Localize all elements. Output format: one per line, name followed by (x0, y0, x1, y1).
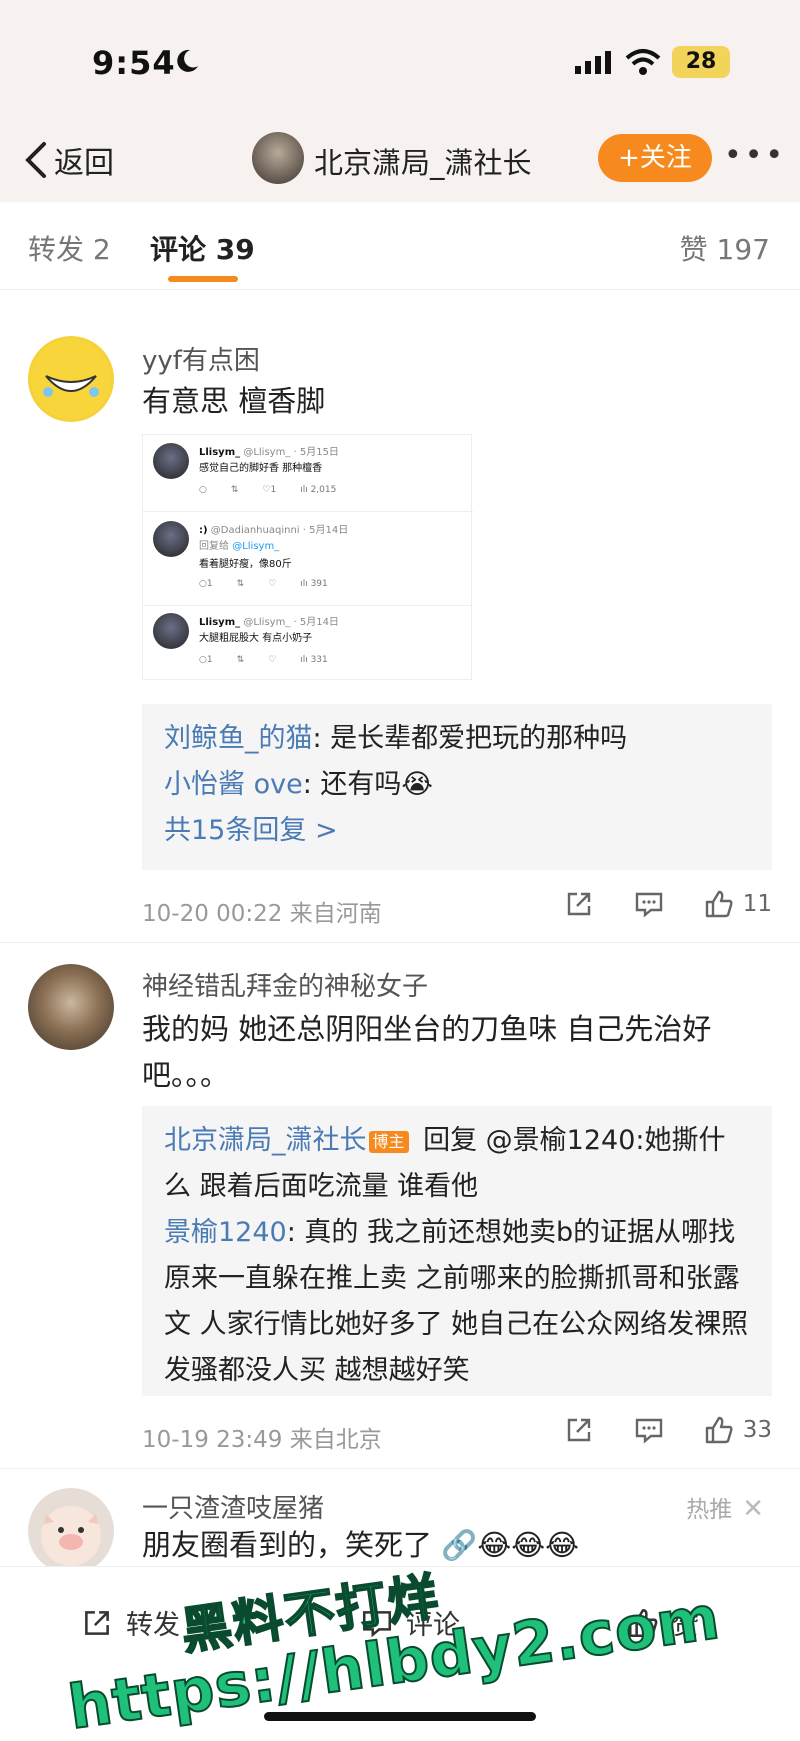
reply-thread[interactable]: 北京潇局_潇社长 博主 回复 @景榆1240:她撕什么 跟着后面吃流量 谁看他 景… (142, 1106, 772, 1396)
reply-item: 北京潇局_潇社长 博主 回复 @景榆1240:她撕什么 跟着后面吃流量 谁看他 (164, 1118, 750, 1210)
commenter-avatar[interactable] (28, 336, 114, 422)
comment-meta: 10-19 23:49 来自北京 (142, 1427, 382, 1453)
status-bar: 9:54 28 (0, 0, 800, 120)
tweet-stats: ○ ⇅ ♡1 ılı 2,015 (199, 485, 337, 495)
repost-label: 转发 (126, 1610, 180, 1641)
tweet-reply-to: 回复给 @Llisym_ (199, 541, 280, 552)
wifi-icon (625, 49, 661, 75)
home-indicator[interactable] (264, 1712, 536, 1721)
comment-meta: 10-20 00:22 来自河南 (142, 901, 382, 927)
comment-icon (635, 892, 662, 918)
tweet-body: 感觉自己的脚好香 那种檀香 (199, 463, 323, 474)
tweet-body: 看着腿好瘦，像80斤 (199, 559, 292, 570)
reply-username[interactable]: 北京潇局_潇社长 (164, 1125, 367, 1156)
reply-username[interactable]: 刘鲸鱼_的猫 (164, 723, 313, 754)
tweet-row: Llisym_ @Llisym_ · 5月14日 大腿粗屁股大 有点小奶子 ○1… (143, 607, 473, 679)
reply-item: 小怡酱 ove: 还有吗😭 (164, 762, 750, 808)
cellular-signal-icon (575, 51, 611, 74)
tweet-header: Llisym_ @Llisym_ · 5月14日 (199, 617, 339, 628)
tweet-row: Llisym_ @Llisym_ · 5月15日 感觉自己的脚好香 那种檀香 ○… (143, 435, 473, 511)
tweet-avatar (153, 613, 189, 649)
reply-item: 景榆1240: 真的 我之前还想她卖b的证据从哪找 原来一直躲在推上卖 之前哪来… (164, 1210, 750, 1394)
reply-item: 刘鲸鱼_的猫: 是长辈都爱把玩的那种吗 (164, 716, 750, 762)
tab-bar: 转发 2 评论 39 赞 197 (0, 202, 800, 290)
tweet-avatar (153, 521, 189, 557)
reply-username[interactable]: 小怡酱 ove (164, 769, 303, 800)
tweet-header: :) @Dadianhuaqinni · 5月14日 (199, 525, 349, 536)
author-badge: 博主 (368, 1130, 409, 1153)
like-count: 33 (742, 1417, 772, 1443)
pig-avatar-icon (41, 1506, 101, 1566)
commenter-avatar[interactable] (28, 1488, 114, 1574)
view-all-replies-link[interactable]: 共15条回复 > (164, 808, 750, 854)
tweet-avatar (153, 443, 189, 479)
reply-thread[interactable]: 刘鲸鱼_的猫: 是长辈都爱把玩的那种吗 小怡酱 ove: 还有吗😭 共15条回复… (142, 704, 772, 870)
back-label: 返回 (54, 146, 114, 181)
nav-bar: 返回 北京潇局_潇社长 +关注 ••• (0, 120, 800, 202)
status-time: 9:54 (92, 44, 176, 82)
tweet-row: :) @Dadianhuaqinni · 5月14日 回复给 @Llisym_ … (143, 513, 473, 603)
commenter-name[interactable]: yyf有点困 (142, 340, 260, 377)
tab-repost[interactable]: 转发 2 (28, 228, 111, 268)
back-button[interactable]: 返回 (22, 136, 114, 184)
like-button[interactable]: 11 (703, 888, 772, 920)
battery-indicator: 28 (672, 46, 730, 78)
reply-button[interactable] (633, 888, 665, 920)
active-tab-indicator (168, 276, 238, 282)
follow-button[interactable]: +关注 (598, 134, 712, 182)
reply-text: : 还有吗😭 (302, 769, 433, 800)
tweet-stats: ○1 ⇅ ♡ ılı 391 (199, 579, 328, 589)
comment-text: 朋友圈看到的，笑死了 🔗😂😂😂 (142, 1528, 579, 1562)
page-title[interactable]: 北京潇局_潇社长 (314, 140, 532, 182)
user-avatar[interactable] (252, 132, 304, 184)
more-options-button[interactable]: ••• (724, 138, 784, 178)
thumbs-up-icon (705, 1416, 733, 1444)
close-icon[interactable]: ✕ (742, 1494, 764, 1524)
tweet-divider (143, 511, 473, 512)
share-button[interactable] (563, 888, 595, 920)
like-button[interactable]: 33 (703, 1414, 772, 1446)
reply-button[interactable] (633, 1414, 665, 1446)
commenter-name[interactable]: 神经错乱拜金的神秘女子 (142, 966, 428, 1003)
comment-divider (0, 942, 800, 943)
comment-icon (635, 1418, 662, 1444)
tab-like[interactable]: 赞 197 (680, 228, 770, 268)
commenter-avatar[interactable] (28, 964, 114, 1050)
chevron-left-icon (25, 142, 46, 178)
hot-tag[interactable]: 热推 ✕ (686, 1490, 764, 1524)
comment-divider (0, 1468, 800, 1469)
tweet-body: 大腿粗屁股大 有点小奶子 (199, 633, 313, 644)
share-button[interactable] (563, 1414, 595, 1446)
tweet-stats: ○1 ⇅ ♡ ılı 331 (199, 655, 328, 665)
tweet-divider (143, 605, 473, 606)
comment-actions: 11 (525, 888, 772, 920)
commenter-name[interactable]: 一只渣渣吱屋猪 (142, 1488, 324, 1525)
repost-button[interactable]: 转发 (80, 1603, 180, 1642)
like-count: 11 (742, 891, 772, 917)
comment-text: 我的妈 她还总阴阳坐台的刀鱼味 自己先治好吧。。。 (142, 1012, 712, 1092)
comment-actions: 33 (525, 1414, 772, 1446)
reply-text: : 是长辈都爱把玩的那种吗 (312, 723, 628, 754)
share-icon (567, 892, 590, 916)
emoji-avatar-icon (31, 339, 111, 419)
thumbs-up-icon (705, 890, 733, 918)
comment-text: 有意思 檀香脚 (142, 384, 326, 418)
tab-comment[interactable]: 评论 39 (150, 228, 255, 268)
tweet-header: Llisym_ @Llisym_ · 5月15日 (199, 447, 339, 458)
share-icon (85, 1610, 109, 1635)
moon-icon (177, 49, 198, 72)
reply-username[interactable]: 景榆1240 (164, 1217, 287, 1248)
attached-screenshot[interactable]: Llisym_ @Llisym_ · 5月15日 感觉自己的脚好香 那种檀香 ○… (142, 434, 473, 680)
share-icon (567, 1418, 590, 1442)
